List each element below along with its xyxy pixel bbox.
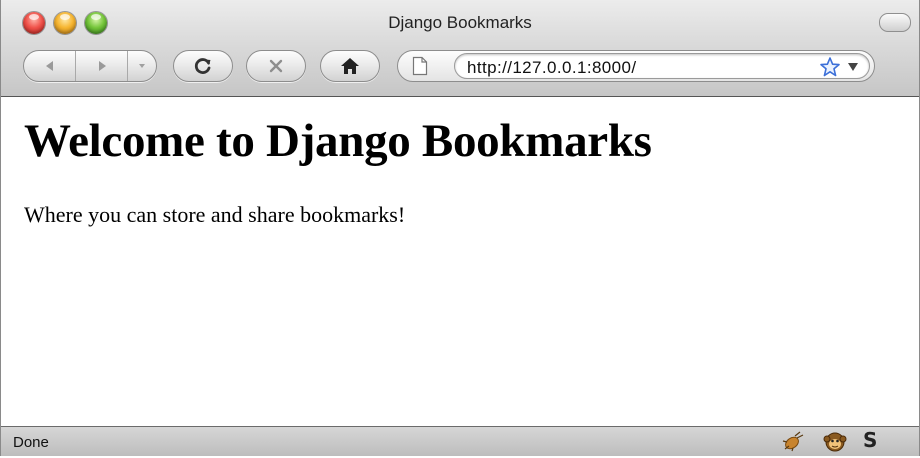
bookmark-star-icon[interactable] — [819, 56, 841, 78]
page-icon — [412, 56, 428, 80]
url-input[interactable]: http://127.0.0.1:8000/ — [454, 53, 870, 79]
home-icon — [341, 58, 359, 74]
stop-button[interactable] — [246, 50, 306, 82]
s-icon[interactable]: S — [863, 428, 877, 452]
page-heading: Welcome to Django Bookmarks — [24, 115, 652, 167]
back-arrow-icon — [45, 61, 53, 71]
home-button[interactable] — [320, 50, 380, 82]
reload-button[interactable] — [173, 50, 233, 82]
browser-chrome: Django Bookmarks http://127.0.0.1:8000/ — [1, 0, 919, 97]
firebug-icon[interactable] — [781, 430, 805, 456]
forward-arrow-icon — [98, 61, 106, 71]
back-forward-group — [23, 50, 157, 82]
title-bar: Django Bookmarks — [1, 0, 919, 44]
toolbar-toggle-button[interactable] — [879, 13, 911, 32]
navigation-toolbar: http://127.0.0.1:8000/ — [1, 44, 919, 96]
forward-button[interactable] — [75, 51, 127, 81]
chevron-down-icon — [139, 64, 146, 68]
status-bar: Done S — [1, 426, 919, 456]
stop-icon — [269, 59, 283, 73]
greasemonkey-icon[interactable] — [823, 430, 847, 458]
browser-window: Django Bookmarks http://127.0.0.1:8000/ … — [0, 0, 920, 456]
page-tagline: Where you can store and share bookmarks! — [24, 202, 406, 227]
page-content: Welcome to Django Bookmarks Where you ca… — [24, 96, 904, 228]
window-title: Django Bookmarks — [388, 13, 532, 32]
url-text: http://127.0.0.1:8000/ — [467, 58, 637, 77]
url-dropdown-icon[interactable] — [847, 62, 859, 72]
reload-icon — [194, 58, 211, 74]
back-button[interactable] — [24, 51, 75, 81]
location-bar: http://127.0.0.1:8000/ — [397, 50, 875, 82]
status-text: Done — [13, 434, 49, 451]
history-dropdown-button[interactable] — [127, 51, 156, 81]
